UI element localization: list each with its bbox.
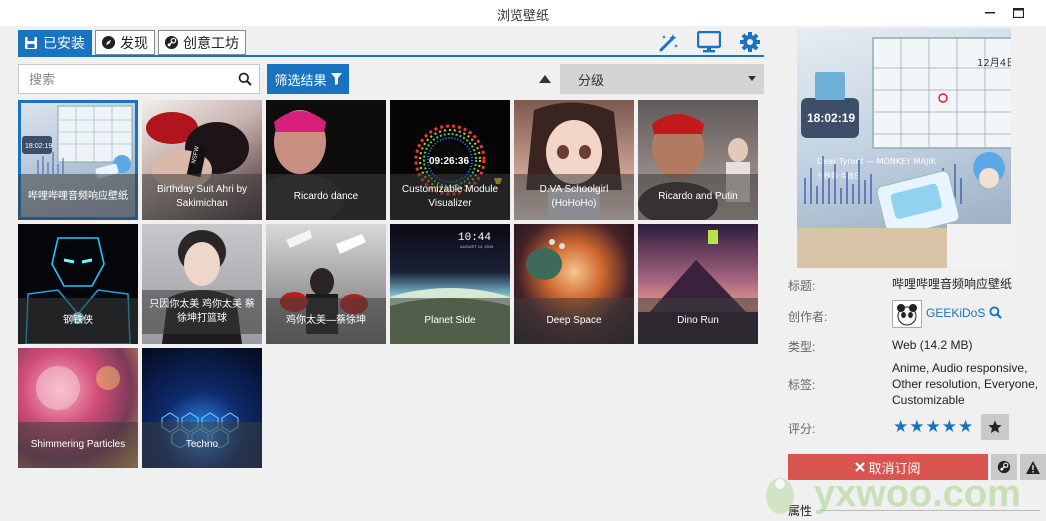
svg-text:09:26:36: 09:26:36 (429, 156, 469, 167)
wallpaper-tile[interactable]: 钢铁侠 (18, 224, 138, 344)
wallpaper-tile[interactable]: Ricardo dance (266, 100, 386, 220)
wallpaper-tile[interactable]: 09:26:36 Customizable Module Visualizer (390, 100, 510, 220)
wallpaper-title: Birthday Suit Ahri by Sakimichan (142, 174, 262, 220)
tag-line: Anime, Audio responsive, (892, 361, 1028, 375)
type-label: 类型: (788, 340, 816, 354)
wallpaper-tile[interactable]: NSFW Birthday Suit Ahri by Sakimichan (142, 100, 262, 220)
tab-installed[interactable]: 已安装 (18, 30, 92, 55)
title-bar: 浏览壁纸 (0, 0, 1046, 26)
search-icon[interactable] (231, 72, 259, 86)
sort-dropdown[interactable]: 分级 (560, 64, 764, 94)
filter-results-button[interactable]: 筛选结果 (267, 64, 349, 94)
wallpaper-editor-button[interactable] (657, 30, 681, 54)
wallpaper-preview: 12月4日 18:02:19 Dear Tyrant — MONKEY MAJI… (797, 28, 1011, 268)
wallpaper-tile[interactable]: Ricardo and Putin (638, 100, 758, 220)
wallpaper-title: Ricardo dance (266, 174, 386, 220)
wallpaper-tile[interactable]: 鸡你太美—蔡徐坤 (266, 224, 386, 344)
svg-text:18:02:19: 18:02:19 (25, 143, 52, 150)
rating-label: 评分: (788, 422, 816, 436)
wallpaper-title: Planet Side (390, 298, 510, 344)
tag-line: Customizable (892, 393, 965, 407)
wallpaper-title: 钢铁侠 (18, 298, 138, 344)
funnel-icon (330, 73, 342, 85)
steam-icon (163, 35, 179, 51)
tab-underline (18, 55, 764, 57)
wallpaper-title: Deep Space (514, 298, 634, 344)
wallpaper-tile[interactable]: Dino Run (638, 224, 758, 344)
wallpaper-title: 鸡你太美—蔡徐坤 (266, 298, 386, 344)
favorite-button[interactable] (981, 414, 1009, 440)
main-tabs: 已安装 发现 创意工坊 (18, 30, 246, 56)
tab-workshop[interactable]: 创意工坊 (158, 30, 246, 55)
wallpaper-title: Customizable Module Visualizer (390, 174, 510, 220)
wallpaper-tile[interactable]: 10:44 AUGUST 14, 2019 Planet Side (390, 224, 510, 344)
maximize-button[interactable] (1004, 0, 1032, 26)
star-icon (988, 420, 1002, 433)
wallpaper-title: Shimmering Particles (18, 422, 138, 468)
title-label: 标题: (788, 279, 816, 293)
filter-label: 筛选结果 (274, 72, 327, 88)
display-settings-button[interactable] (697, 30, 721, 54)
wallpaper-title: D.VA Schoolgirl (HoHoHo) (514, 174, 634, 220)
preview-date: 12月4日 (977, 57, 1011, 69)
search-box (18, 64, 260, 94)
wallpaper-tile[interactable]: 18:02:19 哔哩哔哩音频响应壁纸 (18, 100, 138, 220)
monitor-icon (697, 31, 721, 53)
wallpaper-tile[interactable]: 只因你太美 鸡你太美 蔡徐坤打篮球 (142, 224, 262, 344)
tag-line: Other resolution, Everyone, (892, 377, 1039, 391)
wallpaper-tile[interactable]: D.VA Schoolgirl (HoHoHo) (514, 100, 634, 220)
author-label: 创作者: (788, 310, 828, 324)
wallpaper-title: 哔哩哔哩音频响应壁纸 (18, 174, 138, 220)
svg-text:10:44: 10:44 (458, 232, 491, 244)
wallpaper-browser-window: 浏览壁纸 已安装 发现 创意工坊 搜索 筛选结果 分级 18:02:19 哔哩哔… (0, 0, 1046, 521)
sort-selected-value: 分级 (578, 72, 605, 88)
svg-text:AUGUST 14, 2019: AUGUST 14, 2019 (460, 244, 494, 249)
author-link[interactable]: GEEKiDoS (926, 306, 1002, 320)
tab-label: 已安装 (43, 34, 85, 51)
type-value: Web (14.2 MB) (892, 338, 973, 352)
gear-icon (740, 32, 760, 52)
wand-icon (659, 34, 678, 52)
wallpaper-tile[interactable]: Shimmering Particles (18, 348, 138, 468)
settings-button[interactable] (738, 30, 762, 54)
floppy-disk-icon (23, 35, 39, 51)
wallpaper-title: 只因你太美 鸡你太美 蔡徐坤打篮球 (142, 290, 262, 334)
watermark-text: yxwoo.com (814, 473, 1021, 515)
tab-label: 创意工坊 (183, 34, 239, 51)
wallpaper-tile[interactable]: Deep Space (514, 224, 634, 344)
sort-direction-button[interactable] (538, 73, 552, 85)
preview-clock: 18:02:19 (807, 111, 855, 125)
rating-stars: ★★★★★ (893, 417, 975, 436)
title-value: 哔哩哔哩音频响应壁纸 (892, 277, 1013, 291)
sort-up-icon (539, 75, 551, 83)
window-title: 浏览壁纸 (496, 8, 549, 23)
compass-icon (100, 35, 116, 51)
tags-value: Anime, Audio responsive, Other resolutio… (892, 360, 1038, 408)
wallpaper-title: Dino Run (638, 298, 758, 344)
minimize-icon (985, 12, 995, 14)
tags-label: 标签: (788, 378, 816, 392)
minimize-button[interactable] (976, 0, 1004, 26)
watermark-logo: yxwoo.com (760, 466, 1046, 521)
wallpaper-tile[interactable]: Techno (142, 348, 262, 468)
wallpaper-title: Techno (142, 422, 262, 468)
avatar[interactable] (892, 300, 922, 328)
search-icon (989, 306, 1002, 319)
chevron-down-icon (748, 76, 756, 81)
wallpaper-title: Ricardo and Putin (638, 174, 758, 220)
tab-label: 发现 (120, 34, 148, 51)
tab-discover[interactable]: 发现 (95, 30, 155, 55)
search-input[interactable] (19, 65, 231, 93)
maximize-icon (1012, 8, 1024, 18)
